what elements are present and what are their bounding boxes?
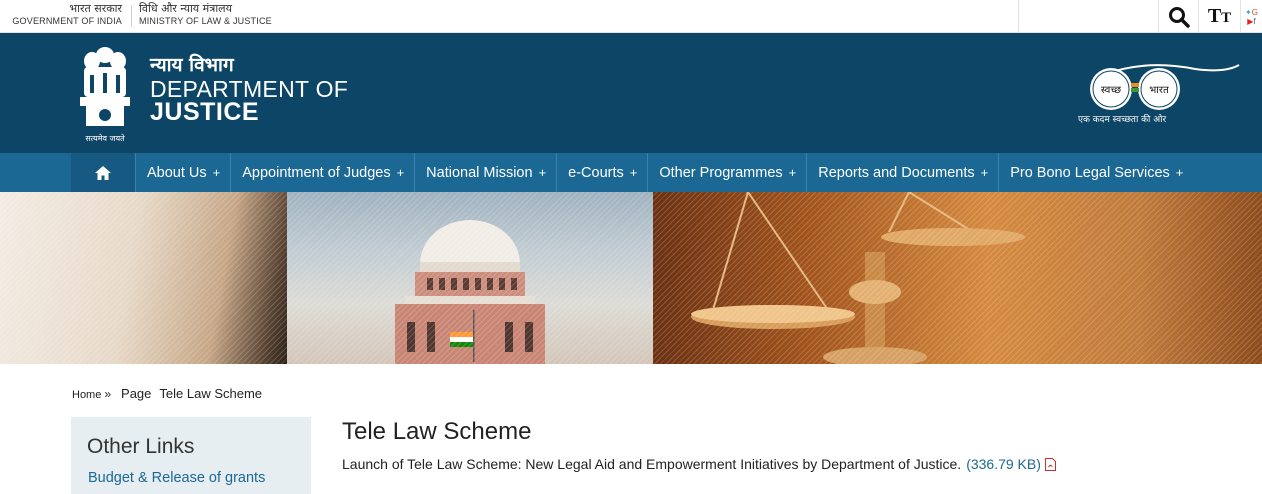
nav-item-label: e-Courts [568, 164, 624, 181]
document-link[interactable]: Launch of Tele Law Scheme: New Legal Aid… [342, 456, 961, 472]
breadcrumb-current: Tele Law Scheme [159, 386, 263, 401]
document-entry: Launch of Tele Law Scheme: New Legal Aid… [342, 456, 1056, 472]
nav-home-button[interactable] [71, 153, 136, 192]
breadcrumb: Home » Page Tele Law Scheme [72, 386, 262, 401]
utility-links: TT ✦G ▶f [1018, 0, 1262, 33]
expand-plus-icon: + [538, 165, 547, 180]
nav-item-appointment-of-judges[interactable]: Appointment of Judges + [231, 153, 416, 192]
text-size-icon: TT [1207, 5, 1232, 27]
nav-item-pro-bono-legal-services[interactable]: Pro Bono Legal Services + [999, 153, 1193, 192]
department-title-hindi[interactable]: न्याय विभाग [150, 51, 234, 77]
expand-plus-icon: + [629, 165, 638, 180]
swachh-right-label: भारत [1149, 85, 1169, 96]
gov-hindi-label: भारत सरकार [69, 2, 122, 15]
nav-menu: About Us + Appointment of Judges + Natio… [71, 153, 1193, 192]
social-links: ✦G ▶f [1240, 0, 1262, 33]
youtube-icon[interactable]: ▶f [1247, 17, 1255, 26]
nav-item-label: National Mission [426, 164, 533, 181]
nav-item-about-us[interactable]: About Us + [136, 153, 232, 192]
expand-plus-icon: + [396, 165, 405, 180]
sidebar-title: Other Links [87, 435, 195, 458]
nav-item-other-programmes[interactable]: Other Programmes + [648, 153, 808, 192]
text-size-button[interactable]: TT [1198, 0, 1240, 33]
nav-item-reports-and-documents[interactable]: Reports and Documents + [807, 153, 1000, 192]
site-header: सत्यमेव जयते न्याय विभाग DEPARTMENT OF J… [0, 33, 1262, 153]
skip-area [1018, 0, 1158, 33]
expand-plus-icon: + [1175, 165, 1184, 180]
home-icon [95, 165, 111, 180]
ministry-hindi-label: विधि और न्याय मंत्रालय [139, 2, 233, 15]
nav-item-label: Other Programmes [659, 164, 783, 181]
emblem-motto: सत्यमेव जयते [85, 133, 125, 143]
national-emblem-icon[interactable]: सत्यमेव जयते [74, 41, 136, 145]
breadcrumb-home-link[interactable]: Home [72, 389, 101, 401]
gov-topbar: भारत सरकार GOVERNMENT OF INDIA विधि और न… [0, 0, 1262, 33]
department-title-line2[interactable]: JUSTICE [150, 98, 259, 127]
pdf-icon[interactable] [1044, 457, 1056, 471]
ministry-of-law[interactable]: विधि और न्याय मंत्रालय MINISTRY OF LAW &… [139, 3, 272, 27]
main-navigation: About Us + Appointment of Judges + Natio… [0, 153, 1262, 192]
nav-item-label: About Us [147, 164, 207, 181]
expand-plus-icon: + [980, 165, 989, 180]
expand-plus-icon: + [788, 165, 797, 180]
nav-item-e-courts[interactable]: e-Courts + [557, 153, 649, 192]
gov-english-label: GOVERNMENT OF INDIA [12, 16, 122, 26]
page-title: Tele Law Scheme [342, 418, 532, 445]
breadcrumb-page: Page [121, 386, 152, 401]
expand-plus-icon: + [212, 165, 221, 180]
document-size[interactable]: (336.79 KB) [966, 456, 1041, 472]
nav-item-label: Appointment of Judges [242, 164, 391, 181]
divider [131, 5, 132, 27]
nav-item-label: Pro Bono Legal Services [1010, 164, 1170, 181]
nav-item-label: Reports and Documents [818, 164, 975, 181]
search-icon [1168, 6, 1190, 28]
breadcrumb-separator: » [104, 387, 112, 401]
nav-item-national-mission[interactable]: National Mission + [415, 153, 558, 192]
hero-banner [0, 192, 1262, 364]
search-button[interactable] [1158, 0, 1198, 33]
other-links-sidebar: Other Links Budget & Release of grants [71, 417, 311, 494]
sidebar-link-budget[interactable]: Budget & Release of grants [88, 470, 265, 486]
twitter-icon[interactable]: ✦G [1245, 8, 1258, 17]
ministry-english-label: MINISTRY OF LAW & JUSTICE [139, 16, 272, 26]
swachh-tagline: एक कदम स्वच्छता की ओर [1078, 115, 1167, 125]
swachh-left-label: स्वच्छ [1101, 85, 1121, 96]
banner-hatch-overlay [0, 192, 1262, 364]
government-of-india[interactable]: भारत सरकार GOVERNMENT OF INDIA [10, 3, 122, 27]
